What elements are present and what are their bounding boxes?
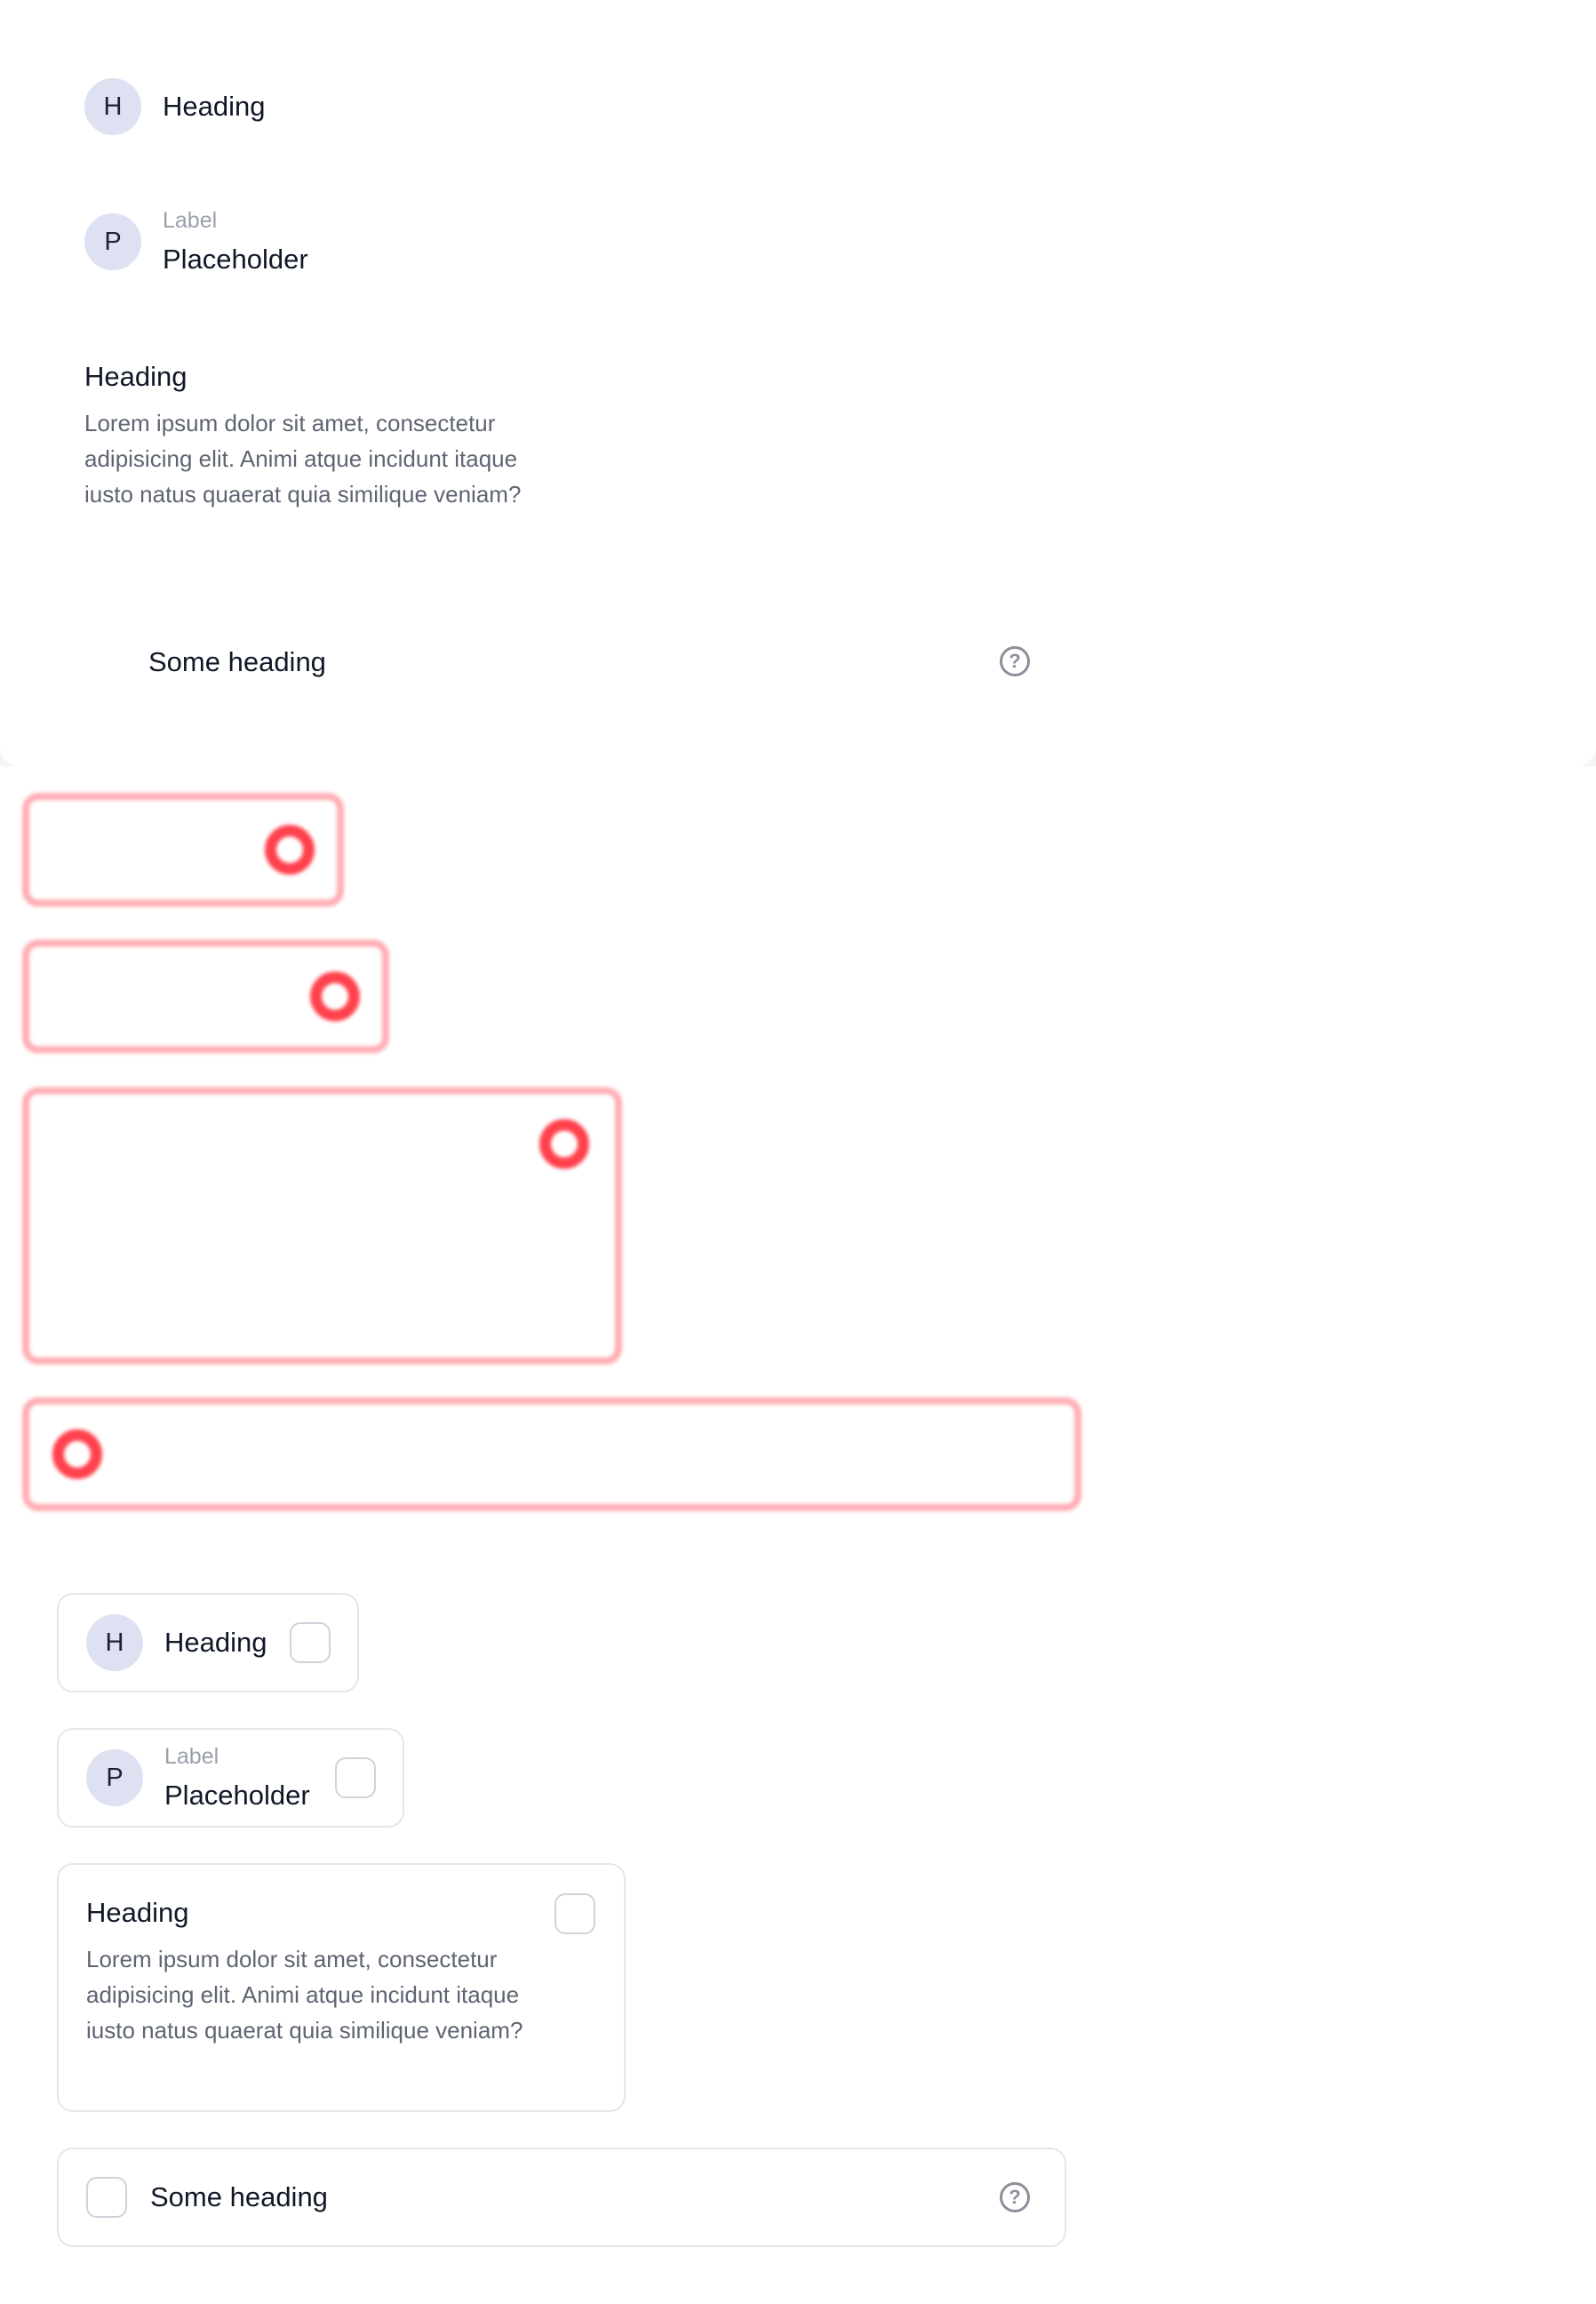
item-heading: Some heading	[148, 646, 326, 677]
question-circle-icon[interactable]: ?	[1000, 2182, 1030, 2212]
selectable-card[interactable]: Some heading ?	[57, 2148, 1066, 2247]
selectable-card[interactable]: P Label Placeholder	[57, 1728, 404, 1828]
drag-handle-icon	[52, 1429, 102, 1479]
card-heading: Heading	[86, 1897, 189, 1928]
selectable-card[interactable]: Heading Lorem ipsum dolor sit amet, cons…	[57, 1863, 626, 2112]
drag-ghost	[22, 1087, 622, 1364]
selectable-card[interactable]: H Heading	[57, 1593, 359, 1692]
card-heading: Heading	[164, 1627, 267, 1658]
avatar: P	[84, 213, 141, 270]
card-placeholder: Placeholder	[164, 1780, 310, 1811]
item-description: Lorem ipsum dolor sit amet, consectetur …	[84, 410, 522, 508]
item-heading: Heading	[163, 91, 266, 122]
avatar: P	[86, 1749, 143, 1806]
card-description: Lorem ipsum dolor sit amet, consectetur …	[86, 1946, 523, 2044]
card-checkbox[interactable]	[555, 1893, 595, 1934]
card-heading: Some heading	[150, 2181, 328, 2212]
question-circle-icon[interactable]: ?	[1000, 646, 1030, 676]
drag-handle-icon	[310, 972, 360, 1021]
card-label: Label	[164, 1744, 219, 1769]
drag-ghost	[22, 1397, 1081, 1511]
avatar: H	[84, 78, 141, 135]
card-checkbox[interactable]	[335, 1757, 376, 1798]
item-heading: Heading	[84, 361, 188, 392]
avatar: H	[86, 1614, 143, 1671]
card-checkbox[interactable]	[290, 1622, 331, 1663]
drag-handle-icon	[539, 1119, 589, 1169]
item-label: Label	[163, 208, 218, 233]
top-panel: H Heading P Label Placeholder Heading Lo…	[0, 0, 1596, 766]
drag-handle-icon	[265, 825, 315, 875]
item-placeholder: Placeholder	[163, 244, 308, 275]
card-checkbox[interactable]	[86, 2177, 127, 2218]
